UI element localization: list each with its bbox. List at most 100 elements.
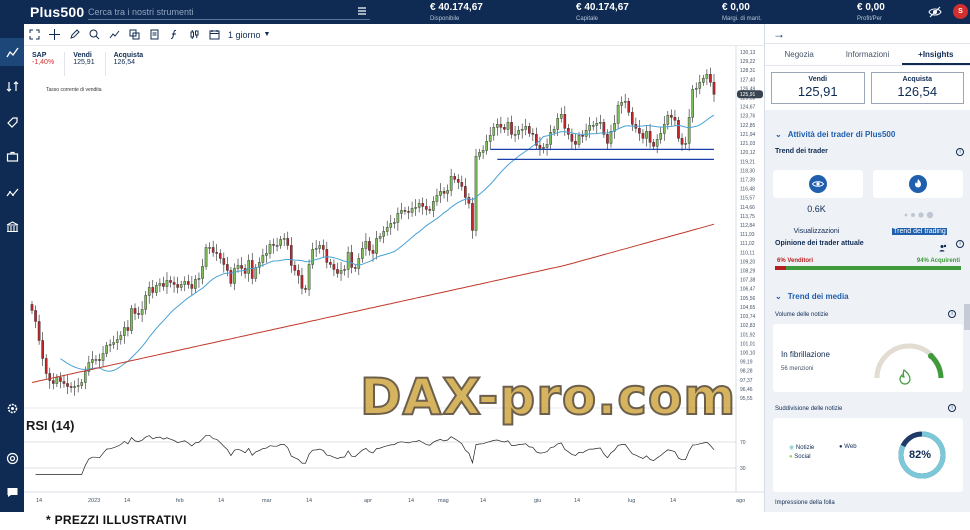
tab-insights[interactable]: +Insights [901, 44, 970, 65]
candle [286, 238, 290, 246]
time-tick-label: giu [534, 498, 541, 504]
tab-trade[interactable]: Negozia [765, 44, 833, 65]
sell-button[interactable]: Vendi 125,91 [771, 72, 865, 104]
candle [439, 191, 442, 196]
nav-portfolio[interactable] [0, 142, 24, 170]
panel-scrollbar[interactable] [964, 304, 970, 330]
eye-off-icon[interactable] [928, 6, 942, 18]
nav-charts[interactable] [0, 38, 24, 66]
sellers-fill [775, 266, 787, 270]
template-button[interactable] [144, 24, 164, 46]
search-box[interactable] [88, 4, 370, 20]
period-select[interactable]: 1 giorno ▼ [228, 30, 270, 40]
price-tick-label: 119,21 [740, 159, 755, 165]
candle [432, 201, 435, 211]
candle [30, 304, 34, 311]
candle [204, 247, 208, 267]
candle [190, 284, 194, 289]
indicators-button[interactable] [164, 24, 184, 46]
info-icon[interactable]: i [956, 148, 964, 156]
candle [556, 118, 560, 130]
media-section-header[interactable]: ⌄ Trend dei media [765, 290, 970, 304]
quote-sell[interactable]: Vendi 125,91 [73, 52, 106, 76]
footer: * PREZZI ILLUSTRATIVI [0, 512, 970, 530]
arrow-right-icon[interactable]: → [773, 27, 785, 41]
traders-section-header[interactable]: ⌄ Attività dei trader di Plus500 [765, 128, 970, 142]
zoom-button[interactable] [84, 24, 104, 46]
candle [510, 122, 513, 135]
candle [183, 281, 187, 285]
line-chart-icon [109, 30, 119, 39]
price-tick-label: 129,22 [740, 59, 756, 65]
candles-button[interactable] [184, 24, 204, 46]
stat-available: € 40.174,67 Disponibile [430, 3, 483, 24]
candle [66, 383, 69, 387]
candle [453, 176, 456, 180]
buy-button[interactable]: Acquista 126,54 [870, 72, 964, 104]
stat-capital: € 40.174,67 Capitale [576, 3, 629, 24]
candle [201, 266, 204, 279]
tag-icon [6, 116, 18, 128]
crowd-title: Impressione della folla [775, 500, 835, 506]
time-tick-label: mag [438, 498, 449, 504]
nav-chat[interactable] [0, 478, 24, 506]
plus500-logo[interactable]: Plus500 [0, 4, 90, 20]
calendar-button[interactable] [204, 24, 224, 46]
fullscreen-button[interactable] [24, 24, 44, 46]
symbol-label: SAP [32, 52, 47, 59]
nav-settings[interactable] [0, 394, 24, 422]
candle [680, 138, 684, 145]
flame-icon [909, 175, 927, 193]
info-icon[interactable]: i [948, 310, 956, 318]
candle [62, 381, 66, 384]
trending-caption: Trend del trading [892, 228, 947, 235]
candle [176, 284, 179, 288]
candle [137, 313, 140, 315]
price-tick-label: 113,75 [740, 214, 755, 220]
chart-canvas[interactable]: 130,13129,22128,31127,40126,49125,58124,… [24, 46, 764, 512]
candle [645, 131, 648, 139]
nav-trends[interactable] [0, 178, 24, 206]
menu-icon[interactable] [356, 5, 368, 17]
draw-button[interactable] [64, 24, 84, 46]
gear-icon [7, 403, 17, 413]
candle [350, 252, 353, 268]
price-tick-label: 115,57 [740, 196, 755, 202]
candle [130, 308, 133, 331]
tab-info[interactable]: Informazioni [833, 44, 901, 65]
price-chart[interactable]: 130,13 129,22 128,31 127,40 126,49 125,58 124,… [24, 46, 764, 512]
candle [80, 382, 84, 386]
candle [211, 247, 215, 253]
candle [254, 267, 258, 279]
nav-bank[interactable] [0, 212, 24, 240]
document-icon [150, 29, 158, 40]
candle [375, 238, 378, 254]
chart-icon [5, 47, 19, 57]
crosshair-button[interactable] [44, 24, 64, 46]
quote-buy[interactable]: Acquista 126,54 [114, 52, 154, 76]
nav-help[interactable] [0, 444, 24, 472]
avatar[interactable]: S [953, 4, 968, 19]
compare-button[interactable] [124, 24, 144, 46]
nav-positions[interactable] [0, 72, 24, 100]
candle [691, 89, 694, 118]
candle [385, 227, 389, 232]
trend-captions: Visualizzazioni Trend del trading [765, 220, 970, 238]
time-tick-label: ago [736, 498, 745, 504]
candle [424, 206, 428, 210]
candle [186, 281, 190, 285]
views-caption-block: Visualizzazioni [765, 220, 868, 238]
candle [499, 124, 503, 128]
candle [705, 74, 709, 79]
candle [460, 182, 464, 187]
candle [389, 223, 393, 228]
info-icon[interactable]: i [948, 404, 956, 412]
rate-note: Tasso corrente di vendita [46, 87, 102, 93]
chart-type-button[interactable] [104, 24, 124, 46]
users-icon[interactable] [939, 239, 947, 252]
price-tick-label: 97,37 [740, 378, 753, 384]
info-icon[interactable]: i [956, 240, 964, 248]
rsi-tick-label: 30 [740, 466, 746, 472]
nav-orders[interactable] [0, 108, 24, 136]
search-input[interactable] [88, 6, 348, 17]
